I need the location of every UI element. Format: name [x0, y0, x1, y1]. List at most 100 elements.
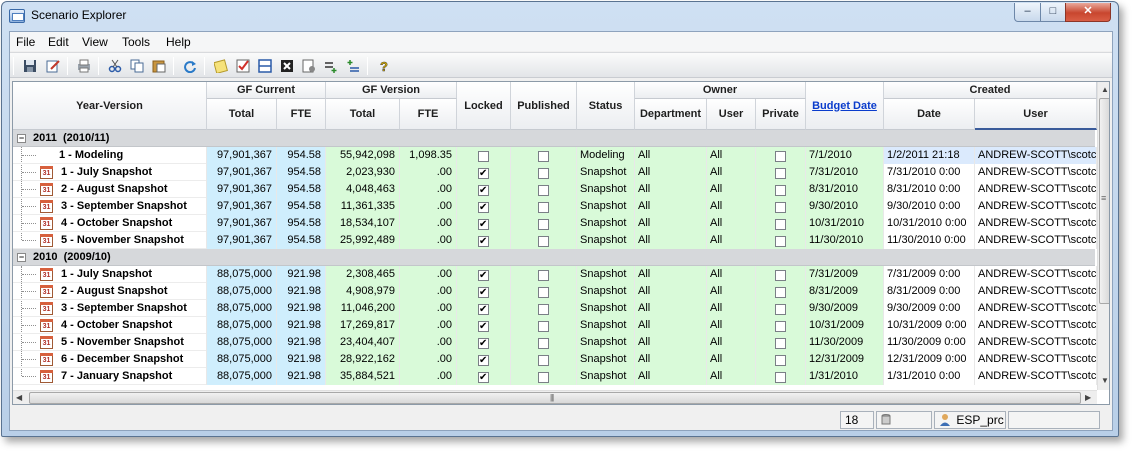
header-owner-user[interactable]: User: [707, 99, 756, 130]
scroll-down-arrow[interactable]: ▼: [1101, 376, 1109, 385]
table-row[interactable]: 31 3 - September Snapshot 97,901,367 954.58…: [13, 198, 1097, 215]
published-checkbox[interactable]: [538, 184, 549, 196]
locked-checkbox[interactable]: [478, 166, 489, 181]
vertical-scroll-thumb[interactable]: ≡: [1099, 98, 1109, 304]
private-checkbox[interactable]: [775, 269, 786, 281]
maximize-button[interactable]: □: [1040, 3, 1066, 22]
menu-file[interactable]: File: [16, 35, 35, 49]
table-row[interactable]: 31 1 - July Snapshot 88,075,000 921.98 2,308…: [13, 266, 1097, 283]
table-row[interactable]: 31 2 - August Snapshot 97,901,367 954.58 4,0…: [13, 181, 1097, 198]
published-checkbox[interactable]: [538, 303, 549, 315]
header-gfc-total[interactable]: Total: [207, 99, 277, 130]
table-row[interactable]: 31 2 - August Snapshot 88,075,000 921.98 4,9…: [13, 283, 1097, 300]
menu-help[interactable]: Help: [166, 35, 191, 49]
scroll-left-arrow[interactable]: ◀: [16, 393, 22, 402]
help-icon[interactable]: ?: [375, 57, 393, 74]
private-checkbox[interactable]: [775, 303, 786, 315]
published-checkbox[interactable]: [538, 337, 549, 349]
header-created-user[interactable]: User: [975, 99, 1097, 130]
private-checkbox[interactable]: [775, 235, 786, 247]
published-checkbox[interactable]: [538, 269, 549, 281]
private-checkbox[interactable]: [775, 286, 786, 298]
published-checkbox[interactable]: [538, 201, 549, 213]
menu-tools[interactable]: Tools: [122, 35, 150, 49]
group-row[interactable]: −2011 (2010/11): [13, 130, 1095, 147]
print-icon[interactable]: [75, 57, 93, 74]
locked-checkbox[interactable]: [478, 353, 489, 368]
published-checkbox[interactable]: [538, 150, 549, 162]
private-checkbox[interactable]: [775, 371, 786, 383]
edit-icon[interactable]: [44, 57, 62, 74]
locked-checkbox[interactable]: [478, 302, 489, 317]
published-checkbox[interactable]: [538, 235, 549, 247]
header-private[interactable]: Private: [756, 99, 806, 130]
published-checkbox[interactable]: [538, 354, 549, 366]
refresh-icon[interactable]: [181, 57, 199, 74]
table-row[interactable]: 31 6 - December Snapshot 88,075,000 921.98 2…: [13, 351, 1097, 368]
table-row[interactable]: 31 7 - January Snapshot 88,075,000 921.98 35…: [13, 368, 1097, 385]
add-column-icon[interactable]: [344, 57, 362, 74]
private-checkbox[interactable]: [775, 354, 786, 366]
group-row[interactable]: −2010 (2009/10): [13, 249, 1095, 266]
header-gfv-fte[interactable]: FTE: [400, 99, 457, 130]
copy-icon[interactable]: [128, 57, 146, 74]
minimize-button[interactable]: –: [1014, 3, 1041, 22]
header-created-date[interactable]: Date: [884, 99, 975, 130]
paste-icon[interactable]: [150, 57, 168, 74]
table-row[interactable]: 31 1 - July Snapshot 97,901,367 954.58 2,023…: [13, 164, 1097, 181]
layout-icon[interactable]: [256, 57, 274, 74]
horizontal-scroll-thumb[interactable]: |||: [29, 392, 1081, 404]
private-checkbox[interactable]: [775, 150, 786, 162]
cut-icon[interactable]: [106, 57, 124, 74]
vertical-scrollbar[interactable]: ▲ ≡ ▼: [1097, 82, 1109, 390]
scroll-up-arrow[interactable]: ▲: [1101, 85, 1109, 94]
private-checkbox[interactable]: [775, 337, 786, 349]
locked-checkbox[interactable]: [478, 319, 489, 334]
private-checkbox[interactable]: [775, 320, 786, 332]
header-gfv-total[interactable]: Total: [326, 99, 400, 130]
notes-icon[interactable]: [212, 57, 230, 74]
check-icon[interactable]: [234, 57, 252, 74]
header-gfc-fte[interactable]: FTE: [277, 99, 326, 130]
table-row[interactable]: 31 5 - November Snapshot 97,901,367 954.58 2…: [13, 232, 1097, 249]
table-row[interactable]: 31 4 - October Snapshot 88,075,000 921.98 17…: [13, 317, 1097, 334]
locked-checkbox[interactable]: [478, 268, 489, 283]
published-checkbox[interactable]: [538, 167, 549, 179]
header-year-version[interactable]: Year-Version: [13, 82, 207, 130]
save-icon[interactable]: [21, 57, 39, 74]
title-bar[interactable]: Scenario Explorer – □ ✕: [2, 2, 1118, 30]
published-checkbox[interactable]: [538, 286, 549, 298]
header-published[interactable]: Published: [511, 82, 577, 130]
locked-checkbox[interactable]: [478, 370, 489, 385]
private-checkbox[interactable]: [775, 201, 786, 213]
locked-checkbox[interactable]: [478, 336, 489, 351]
published-checkbox[interactable]: [538, 218, 549, 230]
collapse-icon[interactable]: −: [17, 253, 26, 262]
collapse-icon[interactable]: −: [17, 134, 26, 143]
locked-checkbox[interactable]: [478, 217, 489, 232]
locked-checkbox[interactable]: [478, 285, 489, 300]
menu-view[interactable]: View: [82, 35, 108, 49]
table-row[interactable]: 1 - Modeling 97,901,367 954.58 55,942,098 1,…: [13, 147, 1097, 164]
published-checkbox[interactable]: [538, 320, 549, 332]
locked-checkbox[interactable]: [478, 200, 489, 215]
private-checkbox[interactable]: [775, 218, 786, 230]
scroll-right-arrow[interactable]: ▶: [1085, 393, 1091, 402]
add-row-icon[interactable]: [322, 57, 340, 74]
menu-edit[interactable]: Edit: [48, 35, 69, 49]
header-budget-date[interactable]: Budget Date: [806, 82, 884, 130]
close-button[interactable]: ✕: [1065, 3, 1111, 22]
table-row[interactable]: 31 3 - September Snapshot 88,075,000 921.98…: [13, 300, 1097, 317]
private-checkbox[interactable]: [775, 167, 786, 179]
published-checkbox[interactable]: [538, 371, 549, 383]
horizontal-scrollbar[interactable]: ◀ ||| ▶: [13, 390, 1097, 404]
locked-checkbox[interactable]: [478, 183, 489, 198]
table-row[interactable]: 31 5 - November Snapshot 88,075,000 921.98 2…: [13, 334, 1097, 351]
locked-checkbox[interactable]: [478, 234, 489, 249]
properties-icon[interactable]: [300, 57, 318, 74]
private-checkbox[interactable]: [775, 184, 786, 196]
header-locked[interactable]: Locked: [457, 82, 511, 130]
table-row[interactable]: 31 4 - October Snapshot 97,901,367 954.58 18…: [13, 215, 1097, 232]
header-status[interactable]: Status: [577, 82, 635, 130]
header-department[interactable]: Department: [635, 99, 707, 130]
